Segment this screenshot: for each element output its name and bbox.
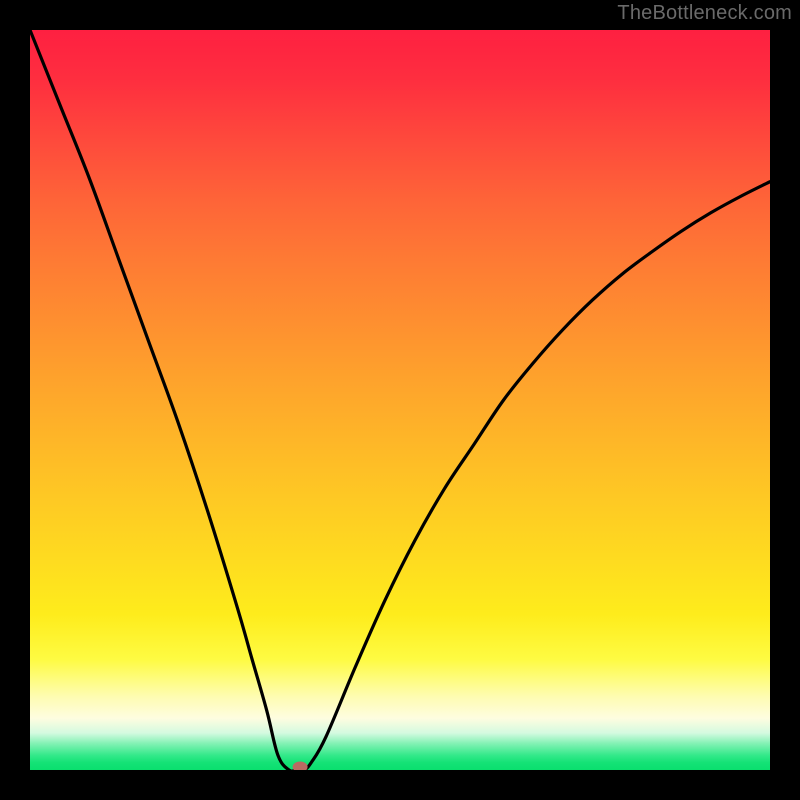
chart-frame: TheBottleneck.com	[0, 0, 800, 800]
plot-area	[30, 30, 770, 770]
bottleneck-curve	[30, 30, 770, 770]
watermark-text: TheBottleneck.com	[617, 2, 792, 25]
optimum-marker	[293, 762, 308, 771]
curve-layer	[30, 30, 770, 770]
